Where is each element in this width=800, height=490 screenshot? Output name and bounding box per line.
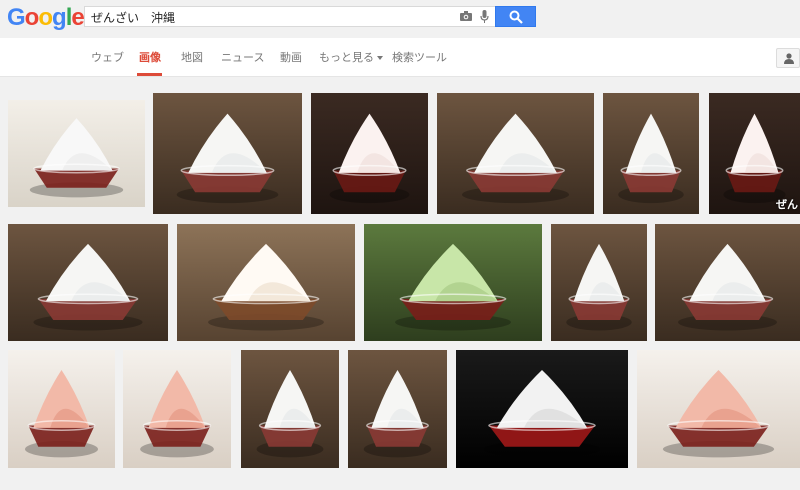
tab-search-tools[interactable]: 検索ツール (392, 52, 447, 64)
image-result[interactable] (637, 350, 800, 468)
zenzai-photo (603, 93, 699, 214)
image-result[interactable] (8, 224, 168, 341)
zenzai-photo (437, 93, 594, 214)
dropdown-arrow-icon (377, 56, 383, 60)
logo-letter: o (38, 4, 53, 31)
zenzai-photo (637, 350, 800, 468)
magnifier-icon (509, 10, 523, 24)
search-input[interactable] (91, 9, 451, 25)
image-result[interactable] (364, 224, 542, 341)
image-result[interactable] (8, 350, 115, 468)
logo-letter: G (7, 4, 26, 31)
zenzai-photo (8, 100, 145, 207)
logo-letter: o (24, 4, 40, 31)
zenzai-photo (153, 93, 302, 214)
image-result[interactable] (8, 100, 145, 207)
zenzai-photo (177, 224, 355, 341)
tab-web[interactable]: ウェブ (91, 52, 124, 64)
image-watermark-text: ぜん (776, 198, 798, 211)
microphone-icon[interactable] (480, 10, 489, 23)
search-box[interactable] (84, 6, 495, 27)
image-result[interactable] (311, 93, 428, 214)
zenzai-photo (8, 350, 115, 468)
active-tab-indicator (137, 73, 162, 76)
search-tabs: ウェブ 画像 地図 ニュース 動画 もっと見る 検索ツール (0, 38, 800, 77)
account-button[interactable] (776, 48, 800, 68)
camera-icon[interactable] (460, 11, 472, 21)
image-results-grid: ぜん (0, 77, 800, 490)
image-result[interactable] (456, 350, 628, 468)
tab-images[interactable]: 画像 (139, 52, 161, 64)
image-result[interactable]: ぜん (709, 93, 800, 214)
tab-more[interactable]: もっと見る (319, 52, 383, 64)
tab-more-label: もっと見る (319, 51, 374, 64)
image-result[interactable] (153, 93, 302, 214)
zenzai-photo (241, 350, 339, 468)
zenzai-photo (551, 224, 647, 341)
image-result[interactable] (123, 350, 231, 468)
zenzai-photo (364, 224, 542, 341)
header: Google (0, 0, 800, 38)
image-result[interactable] (551, 224, 647, 341)
zenzai-photo (456, 350, 628, 468)
tab-news[interactable]: ニュース (221, 52, 264, 64)
zenzai-photo (8, 224, 168, 341)
google-logo[interactable]: Google (7, 4, 85, 32)
zenzai-photo (311, 93, 428, 214)
image-result[interactable] (348, 350, 447, 468)
person-icon (784, 53, 794, 64)
image-result[interactable] (177, 224, 355, 341)
zenzai-photo (655, 224, 800, 341)
logo-letter: g (52, 4, 67, 31)
image-result[interactable] (437, 93, 594, 214)
image-result[interactable] (241, 350, 339, 468)
search-button[interactable] (495, 6, 536, 27)
logo-letter: e (71, 4, 84, 31)
tab-videos[interactable]: 動画 (280, 52, 302, 64)
zenzai-photo (348, 350, 447, 468)
image-result[interactable] (655, 224, 800, 341)
image-result[interactable] (603, 93, 699, 214)
zenzai-photo (123, 350, 231, 468)
tab-maps[interactable]: 地図 (181, 52, 203, 64)
